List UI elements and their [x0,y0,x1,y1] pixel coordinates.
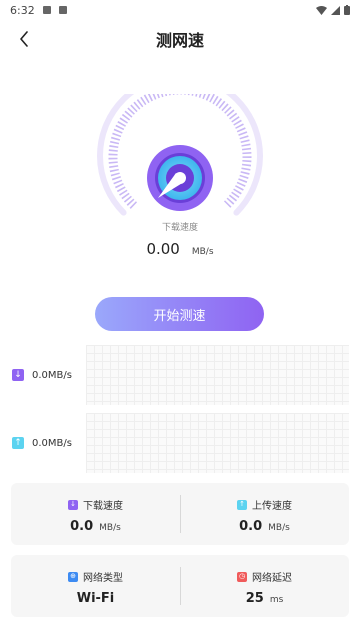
download-stat-unit: MB/s [99,523,121,533]
network-type-label: 网络类型 [83,573,123,584]
upload-stat: ↑ 上传速度 0.0 MB/s [180,483,349,545]
download-arrow-icon: ↓ [12,369,24,381]
back-button[interactable] [10,25,38,53]
download-stat-label: 下载速度 [83,501,123,512]
wifi-signal-icon [316,5,327,15]
header: 测网速 [0,22,360,56]
status-time: 6:32 [10,3,35,17]
upload-icon: ↑ [237,499,247,510]
download-rate-value: 0.0MB/s [32,369,72,381]
download-icon: ↓ [68,499,78,510]
chevron-left-icon [20,31,28,47]
page-title: 测网速 [155,31,204,50]
upload-rate-value: 0.0MB/s [32,437,72,449]
gauge-value: 0.00 [146,240,180,258]
cell-signal-icon [331,5,340,15]
upload-graph-row: ↑ 0.0MB/s [0,413,360,473]
app-notification-icon [58,6,67,14]
download-graph [86,345,349,405]
latency-stat: ◷ 网络延迟 25 ms [180,555,349,617]
network-globe-icon: ⊕ [68,571,78,582]
start-test-button[interactable]: 开始测速 [95,297,264,331]
network-stats-card: ⊕ 网络类型 Wi-Fi ◷ 网络延迟 25 ms [11,555,349,617]
upload-rate: ↑ 0.0MB/s [12,413,72,473]
upload-stat-unit: MB/s [268,523,290,533]
speed-stats-card: ↓ 下载速度 0.0 MB/s ↑ 上传速度 0.0 MB/s [11,483,349,545]
download-stat-value: 0.0 [70,519,94,534]
network-type-value: Wi-Fi [76,591,115,606]
download-rate: ↓ 0.0MB/s [12,345,72,405]
upload-stat-label: 上传速度 [252,501,292,512]
latency-value: 25 [245,591,264,606]
latency-unit: ms [269,595,284,605]
latency-label: 网络延迟 [252,573,292,584]
upload-graph [86,413,349,473]
clock-icon: ◷ [237,571,247,582]
network-type-stat: ⊕ 网络类型 Wi-Fi [11,555,180,617]
gauge-label: 下载速度 [161,223,198,233]
download-stat: ↓ 下载速度 0.0 MB/s [11,483,180,545]
gauge-unit: MB/s [191,247,214,257]
upload-stat-value: 0.0 [239,519,263,534]
gauge-dial [97,94,263,216]
upload-arrow-icon: ↑ [12,437,24,449]
gauge-hub [174,172,186,184]
speed-gauge [96,94,264,224]
image-notification-icon [42,6,51,14]
gauge-readout: 0.00 MB/s [0,240,360,258]
download-graph-row: ↓ 0.0MB/s [0,345,360,405]
status-bar: 6:32 [0,0,360,20]
battery-icon [344,5,350,15]
